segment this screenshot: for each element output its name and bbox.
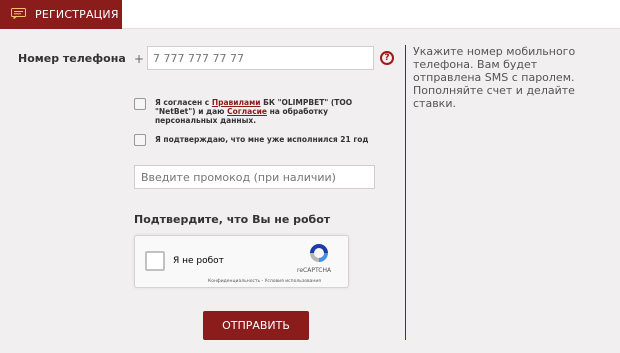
tab-registration[interactable]: РЕГИСТРАЦИЯ <box>0 0 122 29</box>
agree-checkbox[interactable] <box>134 98 146 110</box>
recaptcha-checkbox[interactable] <box>145 251 165 271</box>
phone-info-text: Укажите номер мобильного телефона. Вам б… <box>413 45 576 110</box>
recaptcha-brand: reCAPTCHA <box>297 267 332 274</box>
robot-title: Подтвердите, что Вы не робот <box>134 213 331 226</box>
phone-prefix: + <box>134 52 145 66</box>
recaptcha-icon <box>310 244 328 262</box>
vertical-divider <box>405 45 406 340</box>
age-text: Я подтверждаю, что мне уже исполнился 21… <box>155 135 369 144</box>
recaptcha-widget: Я не робот reCAPTCHA Конфиденциальность … <box>134 235 349 288</box>
tab-registration-label: РЕГИСТРАЦИЯ <box>35 8 119 21</box>
help-icon[interactable]: ? <box>380 51 394 65</box>
consent-link[interactable]: Согласие <box>227 107 267 116</box>
recaptcha-label: Я не робот <box>173 256 224 266</box>
chat-bubble-icon <box>11 8 26 19</box>
agree-text: Я согласен с Правилами БК "OLIMPBET" (ТО… <box>155 98 375 125</box>
submit-button[interactable]: ОТПРАВИТЬ <box>203 311 309 340</box>
phone-input[interactable] <box>147 46 374 70</box>
phone-label: Номер телефона <box>18 52 126 65</box>
agree-prefix: Я согласен с <box>155 98 212 107</box>
promo-code-input[interactable] <box>134 165 375 189</box>
recaptcha-links[interactable]: Конфиденциальность - Условия использован… <box>208 279 321 284</box>
age-checkbox[interactable] <box>134 134 146 146</box>
rules-link[interactable]: Правилами <box>212 98 261 107</box>
